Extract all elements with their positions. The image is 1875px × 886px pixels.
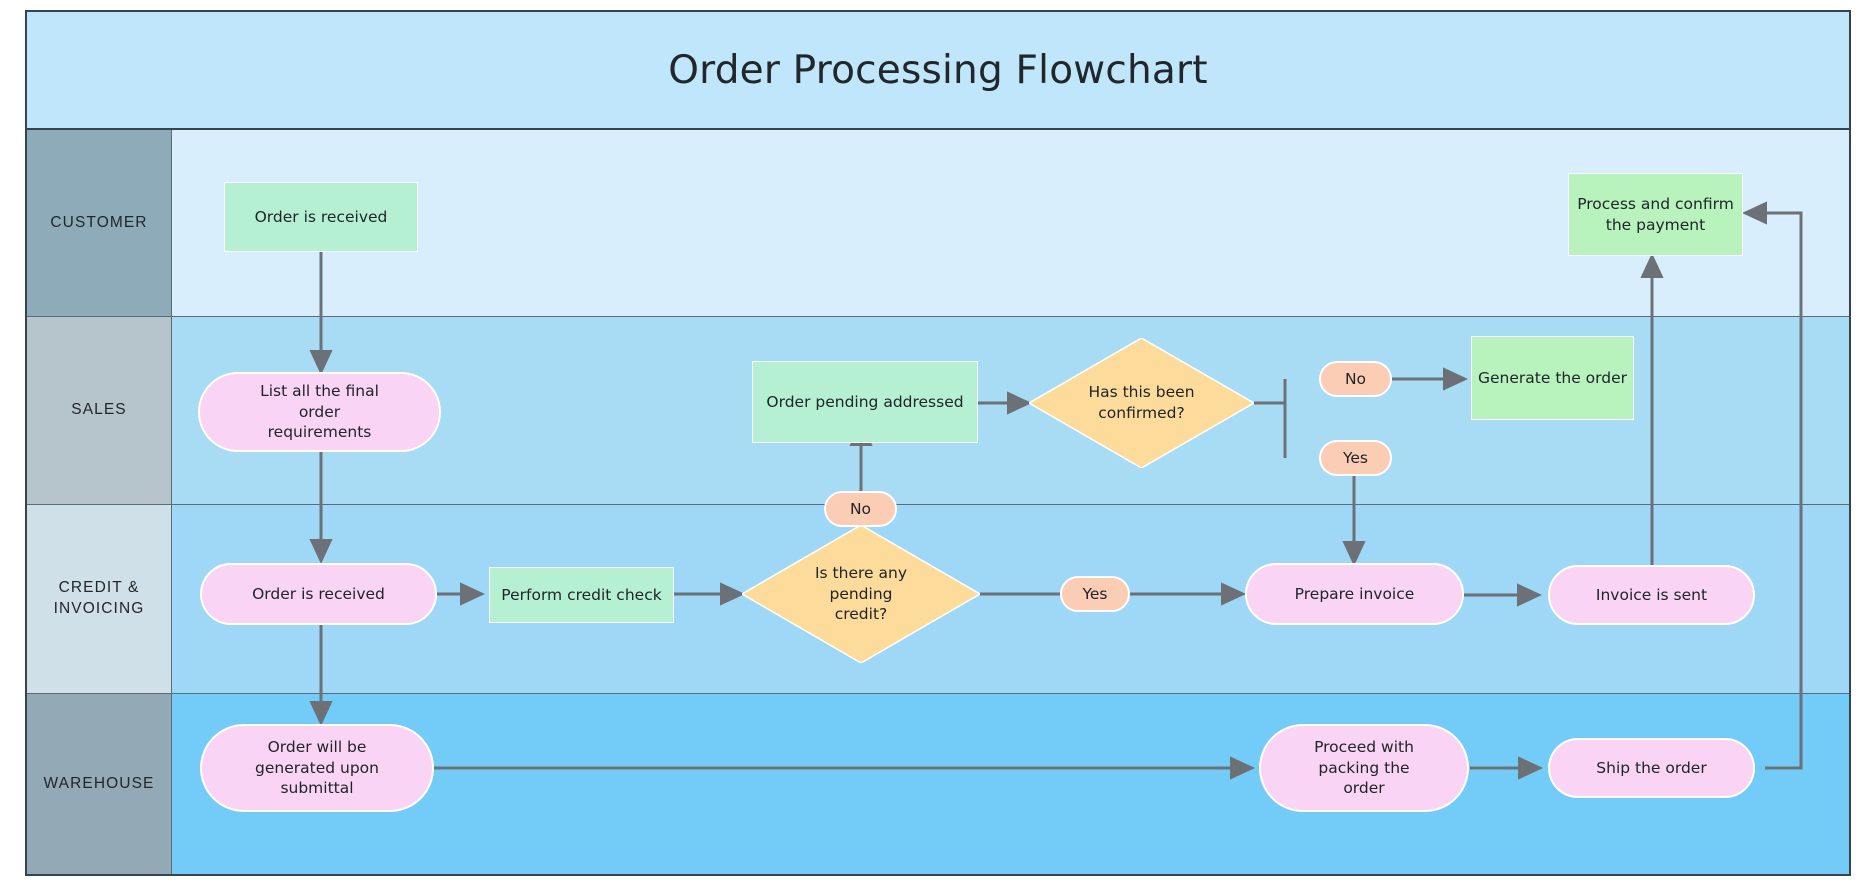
lane-label-credit-line2: INVOICING [53,600,145,617]
node-label: Generate the order [1478,368,1628,387]
edge-label-no-confirmed[interactable]: No [1319,361,1392,397]
lane-label-credit-invoicing: CREDIT & INVOICING [54,578,145,620]
node-label: Perform credit check [501,585,662,604]
node-process-confirm-payment[interactable]: Process and confirm the payment [1568,173,1743,256]
lane-label-credit-line1: CREDIT & [58,579,140,597]
chart-title-band: Order Processing Flowchart [27,12,1849,130]
edge-label-yes-confirmed[interactable]: Yes [1319,440,1392,476]
node-has-this-been-confirmed[interactable]: Has this been confirmed? [1029,338,1254,468]
node-label: Proceed with packing the order [1314,737,1414,798]
edge-label-no-pending-credit[interactable]: No [824,491,897,527]
node-ship-the-order[interactable]: Ship the order [1548,738,1755,798]
lane-label-sales: SALES [71,401,127,419]
flowchart-canvas: Order Processing Flowchart CUSTOMER SALE… [0,0,1875,886]
node-label: List all the final order requirements [260,381,379,442]
node-label: Prepare invoice [1294,584,1415,603]
node-label-line3: submittal [280,779,354,798]
node-label-line3: order [1343,779,1385,798]
edge-label-text: No [849,499,872,518]
node-order-received-credit[interactable]: Order is received [200,563,437,625]
node-invoice-is-sent[interactable]: Invoice is sent [1548,565,1755,625]
lane-header-warehouse: WAREHOUSE [27,694,172,874]
lane-header-customer: CUSTOMER [27,130,172,316]
node-label: Invoice is sent [1595,585,1708,604]
node-prepare-invoice[interactable]: Prepare invoice [1245,563,1464,625]
node-label-line2: order [298,402,341,421]
node-order-generated-upon-submittal[interactable]: Order will be generated upon submittal [200,724,434,812]
lane-label-customer: CUSTOMER [50,213,148,231]
node-label-line2: confirmed? [1098,404,1185,422]
node-label-line2: packing the [1318,758,1410,777]
page-title: Order Processing Flowchart [668,47,1208,93]
node-label-line1: Order will be [267,738,367,757]
lane-label-warehouse: WAREHOUSE [43,774,155,792]
edge-label-text: Yes [1342,448,1369,467]
node-order-received-customer[interactable]: Order is received [224,182,418,252]
node-generate-the-order[interactable]: Generate the order [1471,336,1634,420]
node-label: Ship the order [1596,758,1707,777]
node-label-line3: requirements [267,423,372,442]
node-is-there-any-pending-credit[interactable]: Is there any pending credit? [742,525,980,663]
node-label-line2: pending [829,584,893,603]
node-label-line2: generated upon [255,758,379,777]
node-order-pending-addressed[interactable]: Order pending addressed [752,361,978,443]
node-label-line2: the payment [1605,215,1706,234]
node-label: Order pending addressed [766,392,964,411]
lane-header-credit-invoicing: CREDIT & INVOICING [27,505,172,693]
node-label-line1: List all the final [260,382,379,401]
node-label: Is there any pending credit? [742,525,980,663]
lane-header-sales: SALES [27,317,172,504]
node-proceed-with-packing-the-order[interactable]: Proceed with packing the order [1259,724,1469,812]
edge-label-text: Yes [1082,584,1108,603]
node-label-line1: Is there any [814,564,907,583]
node-label: Order is received [254,207,388,226]
node-label: Has this been confirmed? [1029,338,1254,468]
node-perform-credit-check[interactable]: Perform credit check [489,567,674,623]
node-label: Order will be generated upon submittal [255,737,379,798]
node-list-order-requirements[interactable]: List all the final order requirements [198,372,441,452]
edge-label-yes-pending-credit[interactable]: Yes [1060,576,1130,612]
node-label: Order is received [252,584,385,603]
node-label: Process and confirm the payment [1577,194,1734,235]
node-label-line1: Has this been [1088,383,1195,402]
edge-label-text: No [1344,369,1367,388]
node-label-line1: Process and confirm [1577,195,1734,214]
node-label-line3: credit? [834,605,888,624]
node-label-line1: Proceed with [1314,738,1414,757]
